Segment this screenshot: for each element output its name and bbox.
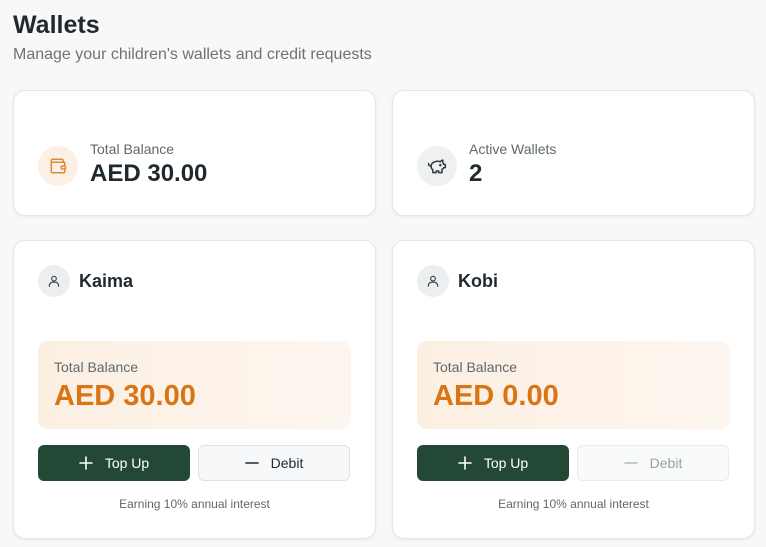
page-header: Wallets Manage your children's wallets a… bbox=[13, 10, 372, 65]
top-up-label: Top Up bbox=[104, 455, 150, 471]
minus-icon bbox=[244, 456, 259, 470]
user-icon bbox=[38, 265, 70, 297]
piggy-bank-icon bbox=[417, 146, 457, 186]
balance-panel: Total Balance AED 30.00 bbox=[38, 341, 351, 429]
top-up-button[interactable]: Top Up bbox=[38, 445, 190, 481]
wallet-icon bbox=[38, 146, 78, 186]
total-balance-card: Total Balance AED 30.00 bbox=[13, 90, 376, 216]
debit-label: Debit bbox=[270, 455, 304, 471]
top-up-button[interactable]: Top Up bbox=[417, 445, 569, 481]
child-name: Kobi bbox=[458, 270, 498, 291]
balance-value: AED 30.00 bbox=[54, 380, 196, 412]
plus-icon bbox=[79, 456, 93, 470]
active-wallets-card: Active Wallets 2 bbox=[392, 90, 755, 216]
balance-value: AED 0.00 bbox=[433, 380, 559, 412]
interest-note: Earning 10% annual interest bbox=[498, 497, 649, 511]
page-subtitle: Manage your children's wallets and credi… bbox=[13, 46, 372, 63]
page-title: Wallets bbox=[13, 11, 100, 39]
debit-button-disabled[interactable]: Debit bbox=[577, 445, 729, 481]
plus-icon bbox=[458, 456, 472, 470]
wallet-card-kaima: Kaima Total Balance AED 30.00 Top Up Deb… bbox=[13, 240, 376, 539]
total-balance-label: Total Balance bbox=[90, 141, 175, 157]
balance-panel: Total Balance AED 0.00 bbox=[417, 341, 730, 429]
balance-label: Total Balance bbox=[433, 359, 518, 375]
debit-label: Debit bbox=[649, 455, 683, 471]
balance-label: Total Balance bbox=[54, 359, 139, 375]
child-name: Kaima bbox=[79, 270, 134, 291]
active-wallets-label: Active Wallets bbox=[469, 141, 557, 157]
interest-note: Earning 10% annual interest bbox=[119, 497, 270, 511]
minus-icon bbox=[623, 456, 638, 470]
debit-button[interactable]: Debit bbox=[198, 445, 350, 481]
wallet-card-kobi: Kobi Total Balance AED 0.00 Top Up Debit… bbox=[392, 240, 755, 539]
top-up-label: Top Up bbox=[483, 455, 529, 471]
active-wallets-value: 2 bbox=[469, 160, 483, 187]
user-icon bbox=[417, 265, 449, 297]
total-balance-value: AED 30.00 bbox=[90, 160, 208, 187]
